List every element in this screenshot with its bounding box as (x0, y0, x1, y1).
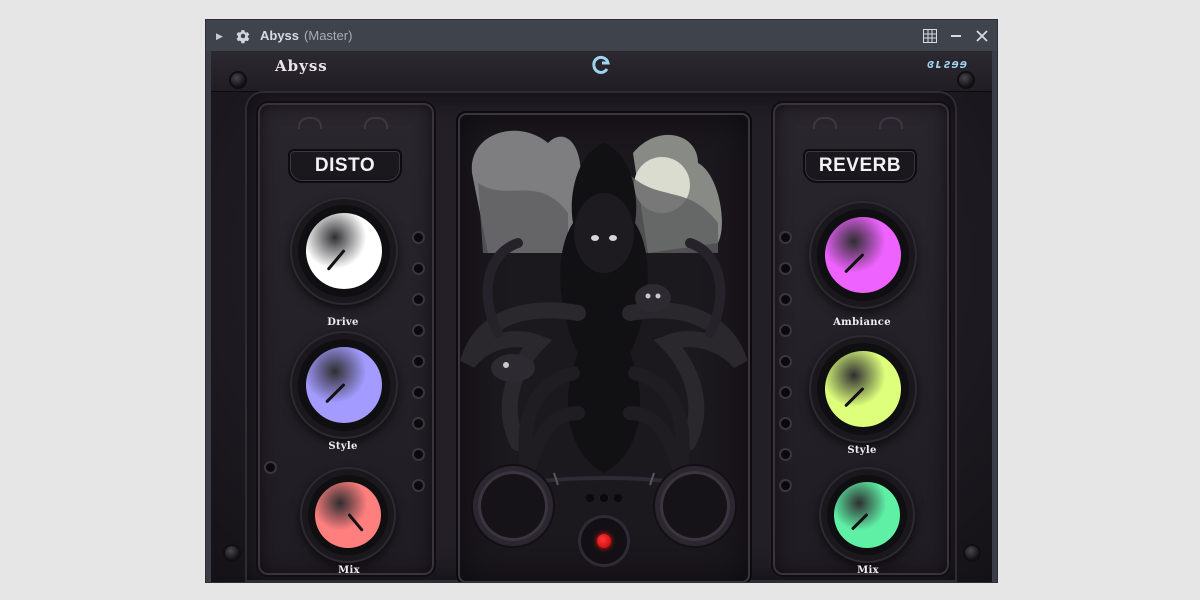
grid-icon[interactable] (919, 25, 941, 47)
left-ornament-ring (478, 471, 548, 541)
reverb-header: REVERB (803, 149, 917, 183)
brand-logo-icon (592, 55, 610, 74)
drive-knob[interactable] (298, 205, 390, 297)
gear-icon[interactable] (234, 27, 252, 45)
panel-holes (414, 233, 426, 512)
plugin-ui: Abyss ɞʟƨɘɘ DISTO Drive Style Mix REVERB… (211, 51, 992, 582)
reverb-style-knob[interactable] (817, 343, 909, 435)
screw-icon (965, 546, 979, 560)
titlebar: ▶ Abyss (Master) (206, 20, 997, 51)
disto-style-label: Style (328, 441, 358, 452)
panel-ornament (298, 117, 388, 129)
screw-icon (231, 73, 245, 87)
plugin-header-bar: Abyss ɞʟƨɘɘ (211, 51, 992, 92)
disto-header: DISTO (288, 149, 402, 183)
ambiance-knob[interactable] (817, 209, 909, 301)
center-artwork (456, 111, 752, 582)
reverb-mix-knob[interactable] (827, 475, 907, 555)
ambiance-label: Ambiance (833, 317, 891, 328)
disto-mix-label: Mix (338, 565, 360, 576)
drive-label: Drive (327, 317, 359, 328)
reverb-panel: REVERB Ambiance Style Mix (771, 101, 951, 577)
disto-style-knob[interactable] (298, 339, 390, 431)
panel-ornament (813, 117, 903, 129)
close-icon[interactable] (971, 25, 993, 47)
screw-icon (225, 546, 239, 560)
panel-holes (266, 463, 278, 494)
screw-icon (959, 73, 973, 87)
minimize-icon[interactable] (945, 25, 967, 47)
bypass-led-indicator[interactable] (581, 518, 627, 564)
plugin-name-logo: Abyss (275, 57, 328, 75)
panel-holes (781, 233, 793, 512)
right-ornament-ring (660, 471, 730, 541)
reverb-style-label: Style (847, 445, 877, 456)
vendor-logo: ɞʟƨɘɘ (926, 57, 968, 71)
expand-arrow-icon[interactable]: ▶ (216, 31, 226, 41)
disto-mix-knob[interactable] (308, 475, 388, 555)
plugin-window: ▶ Abyss (Master) Abyss ɞʟƨɘɘ DISTO Drive… (205, 19, 998, 583)
reverb-mix-label: Mix (857, 565, 879, 576)
disto-panel: DISTO Drive Style Mix (256, 101, 436, 577)
window-title: Abyss (260, 28, 300, 43)
window-subtitle: (Master) (304, 28, 353, 43)
